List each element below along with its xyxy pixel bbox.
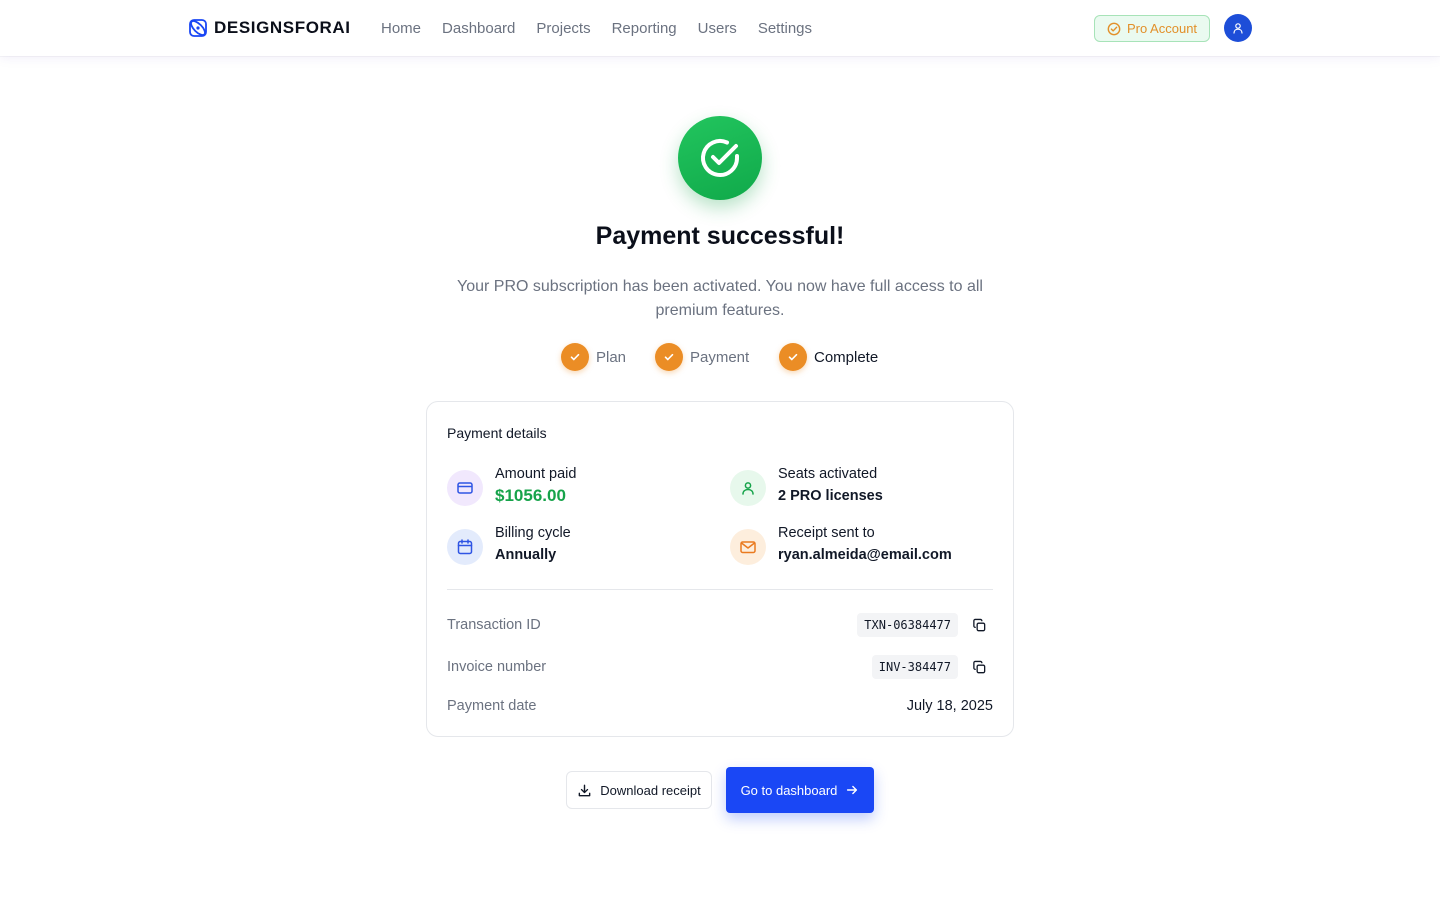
divider — [447, 589, 993, 590]
check-icon — [655, 343, 683, 371]
check-circle-icon — [698, 136, 742, 180]
check-icon — [561, 343, 589, 371]
user-icon — [1232, 22, 1244, 34]
card-title: Payment details — [447, 425, 547, 441]
cycle-value: Annually — [495, 547, 557, 563]
nav-home[interactable]: Home — [381, 20, 421, 37]
brand-name: DESIGNSFORAI — [214, 18, 351, 37]
credit-card-icon — [447, 470, 483, 506]
step-label: Payment — [690, 348, 750, 366]
check-circle-icon — [1107, 22, 1121, 36]
download-receipt-button[interactable]: Download receipt — [566, 771, 712, 809]
calendar-icon — [447, 529, 483, 565]
nav-users[interactable]: Users — [698, 20, 737, 37]
invoice-number-label: Invoice number — [447, 659, 547, 675]
nav-projects[interactable]: Projects — [536, 20, 590, 37]
nav-settings[interactable]: Settings — [758, 20, 812, 37]
top-navbar: DESIGNSFORAI Home Dashboard Projects Rep… — [0, 0, 1440, 56]
amount-label: Amount paid — [495, 466, 577, 482]
pro-account-badge[interactable]: Pro Account — [1094, 15, 1210, 42]
billing-cycle: Billing cycle Annually — [447, 523, 571, 567]
receipt-label: Receipt sent to — [778, 525, 875, 541]
cycle-label: Billing cycle — [495, 525, 571, 541]
payment-date-label: Payment date — [447, 698, 537, 714]
nav-reporting[interactable]: Reporting — [612, 20, 677, 37]
payment-date-value: July 18, 2025 — [906, 698, 993, 714]
check-icon — [779, 343, 807, 371]
amount-value: $1056.00 — [495, 486, 566, 505]
mail-icon — [730, 529, 766, 565]
atom-logo-icon — [187, 17, 209, 39]
download-receipt-label: Download receipt — [600, 782, 701, 798]
receipt-sent-to: Receipt sent to ryan.almeida@email.com — [730, 523, 952, 567]
pro-badge-label: Pro Account — [1126, 21, 1198, 36]
user-avatar[interactable] — [1224, 14, 1252, 42]
go-to-dashboard-label: Go to dashboard — [740, 782, 838, 798]
step-label: Plan — [596, 348, 627, 366]
brand[interactable]: DESIGNSFORAI — [187, 16, 351, 40]
nav-dashboard[interactable]: Dashboard — [442, 20, 515, 37]
arrow-right-icon — [845, 783, 859, 797]
seats-activated: Seats activated 2 PRO licenses — [730, 464, 883, 508]
page-subtitle: Your PRO subscription has been activated… — [457, 278, 983, 319]
step-complete: Complete — [779, 343, 878, 371]
transaction-id-value[interactable]: TXN-06384477 — [857, 613, 958, 637]
transaction-id-label: Transaction ID — [447, 617, 541, 633]
payment-details-card: Payment details Amount paid $1056.00 Sea… — [426, 401, 1014, 737]
download-icon — [577, 783, 592, 798]
receipt-value: ryan.almeida@email.com — [778, 547, 952, 563]
step-label: Complete — [814, 348, 879, 366]
go-to-dashboard-button[interactable]: Go to dashboard — [726, 767, 874, 813]
page-title: Payment successful! — [595, 222, 845, 250]
step-plan: Plan — [561, 343, 626, 371]
invoice-number-value[interactable]: INV-384477 — [871, 655, 958, 679]
main-nav: Home Dashboard Projects Reporting Users … — [381, 18, 833, 38]
copy-icon[interactable] — [970, 658, 988, 676]
step-payment: Payment — [655, 343, 749, 371]
seats-value: 2 PRO licenses — [778, 488, 883, 504]
amount-paid: Amount paid $1056.00 — [447, 464, 576, 508]
seats-label: Seats activated — [778, 466, 878, 482]
user-icon — [730, 470, 766, 506]
success-badge — [678, 116, 762, 200]
copy-icon[interactable] — [970, 616, 988, 634]
